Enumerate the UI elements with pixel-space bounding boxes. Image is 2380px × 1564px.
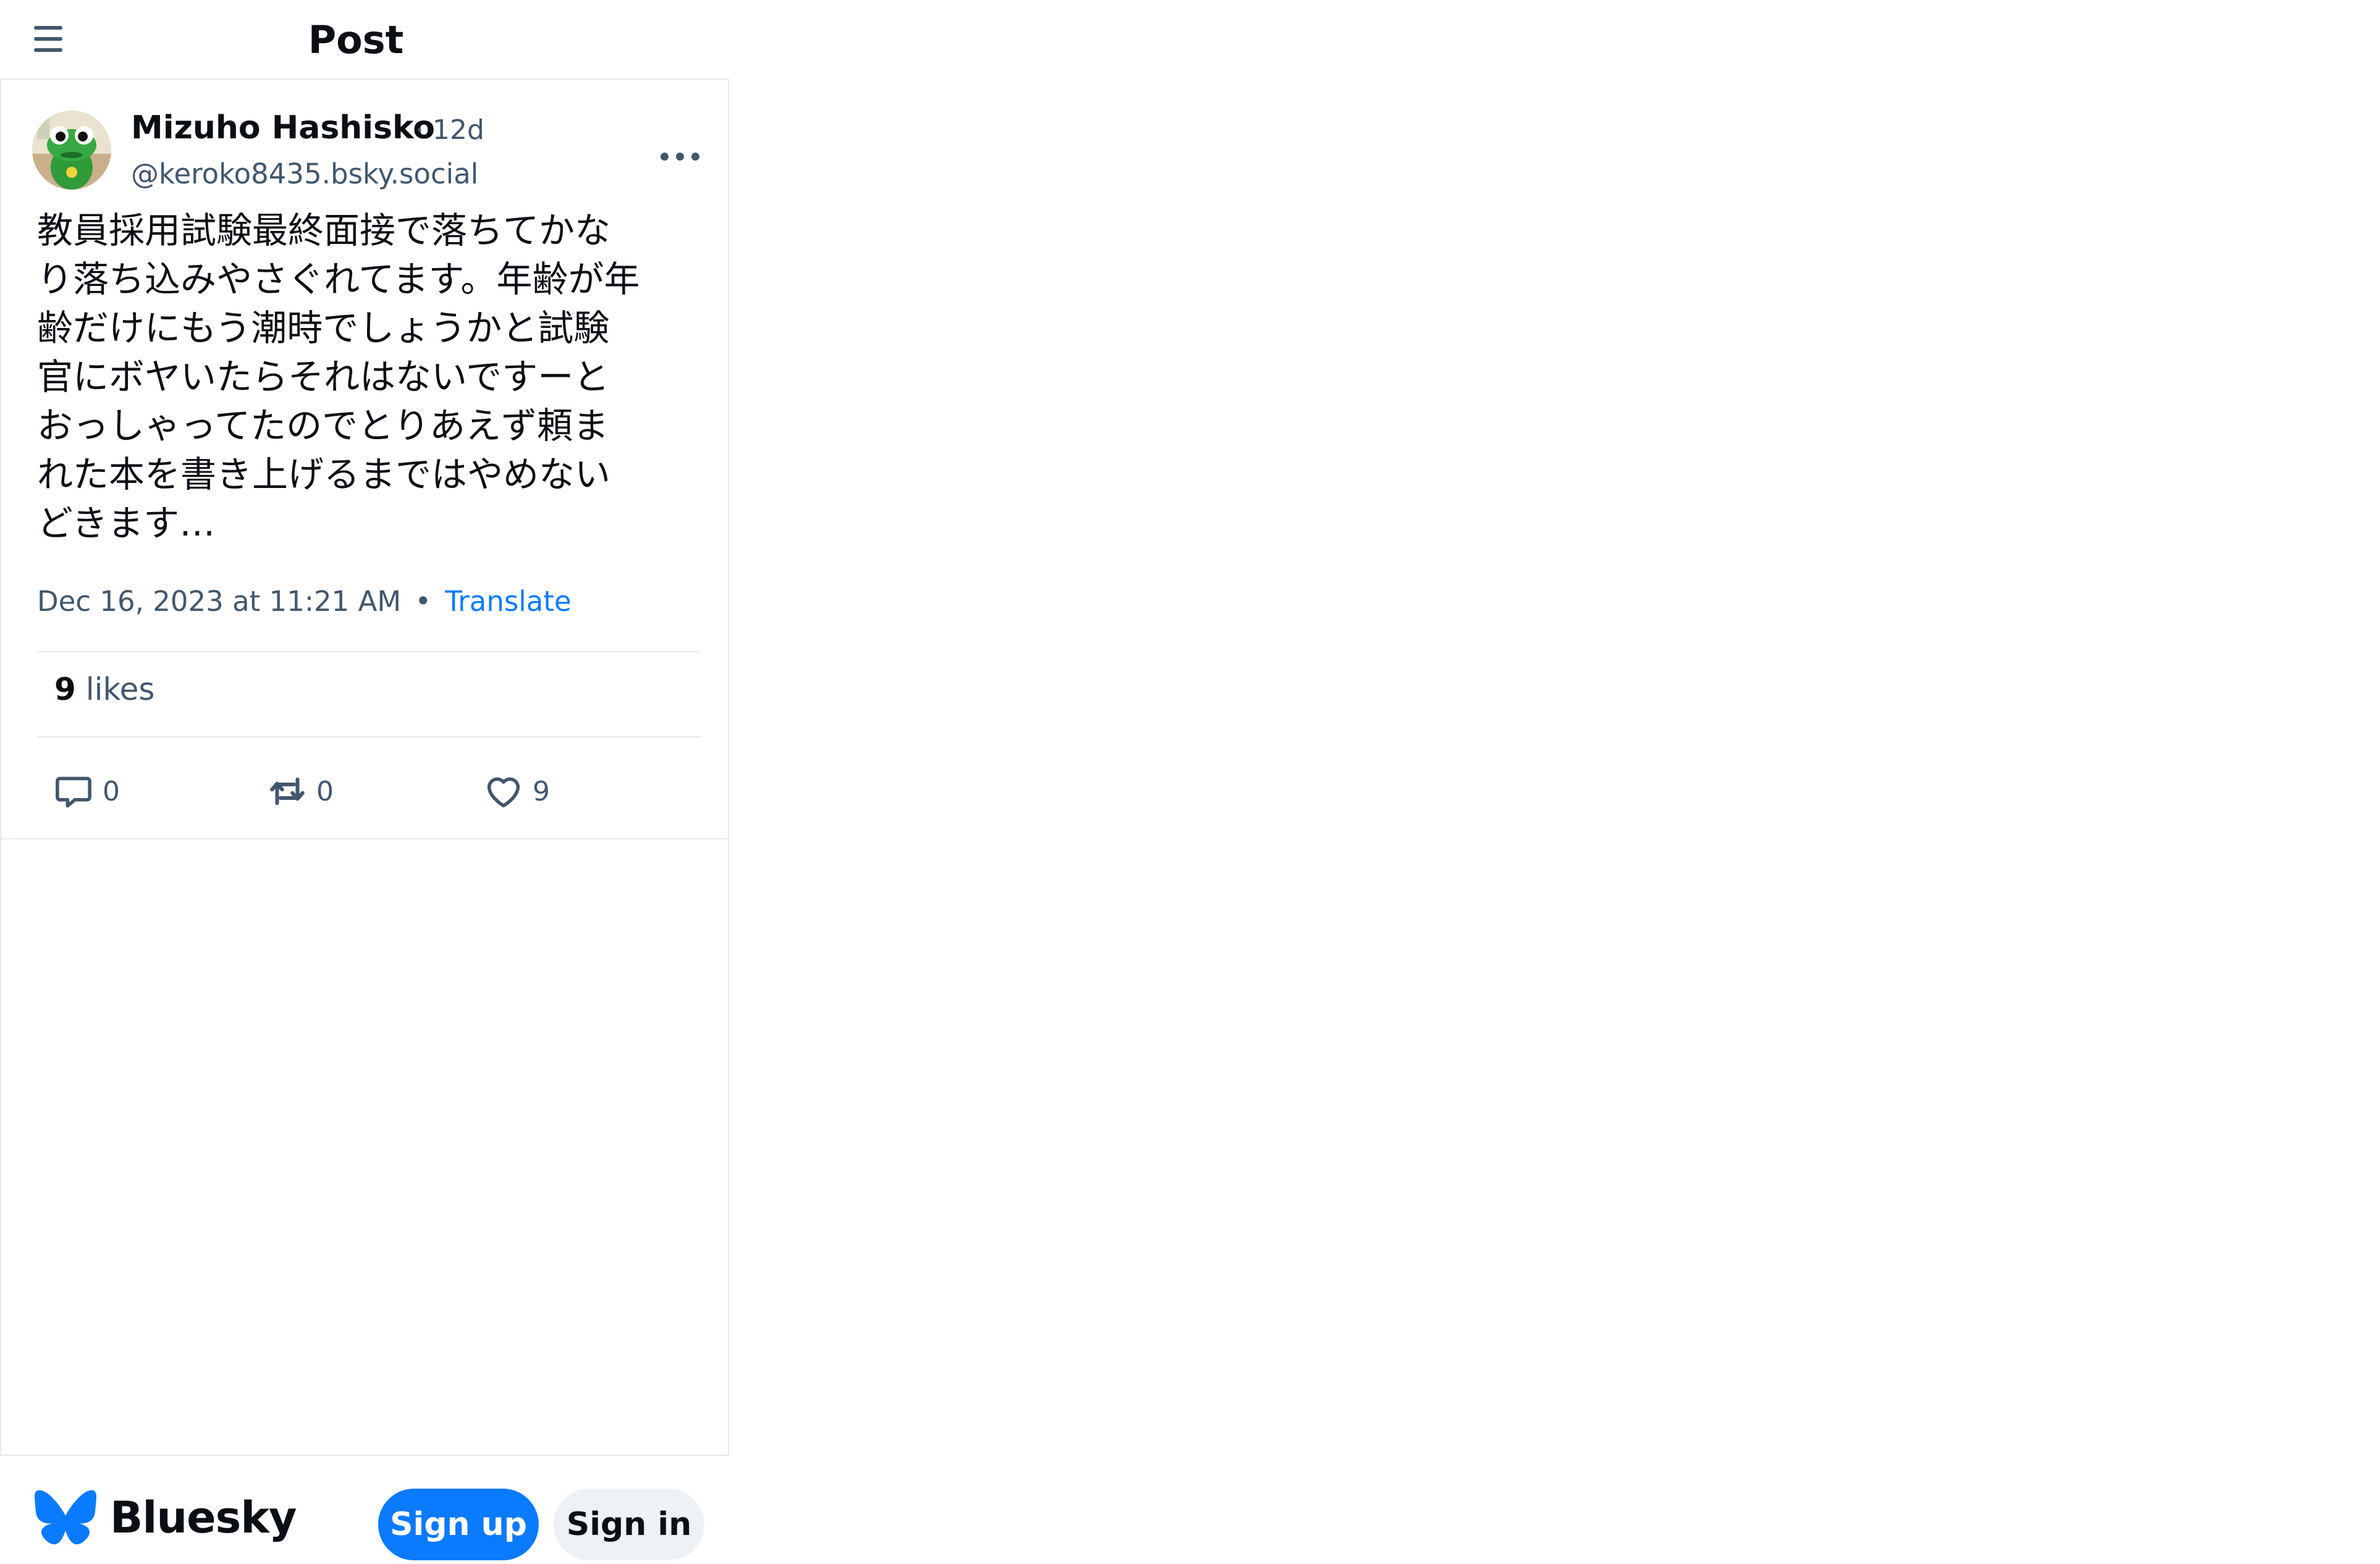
sign-in-button[interactable]: Sign in <box>554 1489 704 1560</box>
speech-bubble-icon <box>56 776 91 808</box>
bottom-bar: Bluesky Sign up Sign in <box>0 1457 730 1564</box>
author-display-name[interactable]: Mizuho Hashisko <box>131 109 435 146</box>
separator-dot: • <box>415 585 432 618</box>
post-text: 教員採用試験最終面接で落ちてかな り落ち込みやさぐれてます。年齢が年 齢だけにも… <box>37 209 640 544</box>
bluesky-logo[interactable]: Bluesky <box>35 1490 297 1545</box>
page-title: Post <box>308 17 404 62</box>
sign-up-button[interactable]: Sign up <box>378 1489 539 1560</box>
likes-count-link[interactable]: 9 likes <box>54 671 154 707</box>
post-age: · 12d <box>415 114 484 146</box>
post-timestamp-row: Dec 16, 2023 at 11:21 AM • Translate <box>37 585 572 618</box>
divider <box>37 736 701 738</box>
brand-name: Bluesky <box>110 1492 297 1543</box>
feed-column: Mizuho Hashisko · 12d @keroko8435.bsky.s… <box>0 78 729 1456</box>
translate-link[interactable]: Translate <box>445 585 571 618</box>
reply-button[interactable]: 0 <box>53 767 120 816</box>
repost-count: 0 <box>316 775 334 807</box>
divider <box>37 651 701 652</box>
post-timestamp: Dec 16, 2023 at 11:21 AM <box>37 585 402 618</box>
top-bar: Post <box>0 0 730 78</box>
heart-icon <box>487 777 520 808</box>
repost-icon <box>270 777 305 805</box>
post-thread-item: Mizuho Hashisko · 12d @keroko8435.bsky.s… <box>1 80 728 839</box>
more-options-icon[interactable] <box>659 135 702 179</box>
butterfly-icon <box>35 1490 96 1545</box>
likes-count: 9 <box>54 671 76 707</box>
repost-button[interactable]: 0 <box>267 767 334 816</box>
frog-avatar-icon <box>32 111 111 190</box>
likes-label: likes <box>85 671 155 707</box>
avatar[interactable] <box>32 111 111 190</box>
reply-count: 0 <box>103 775 120 807</box>
like-count: 9 <box>533 775 550 807</box>
author-handle[interactable]: @keroko8435.bsky.social <box>131 158 478 190</box>
like-button[interactable]: 9 <box>483 767 550 816</box>
